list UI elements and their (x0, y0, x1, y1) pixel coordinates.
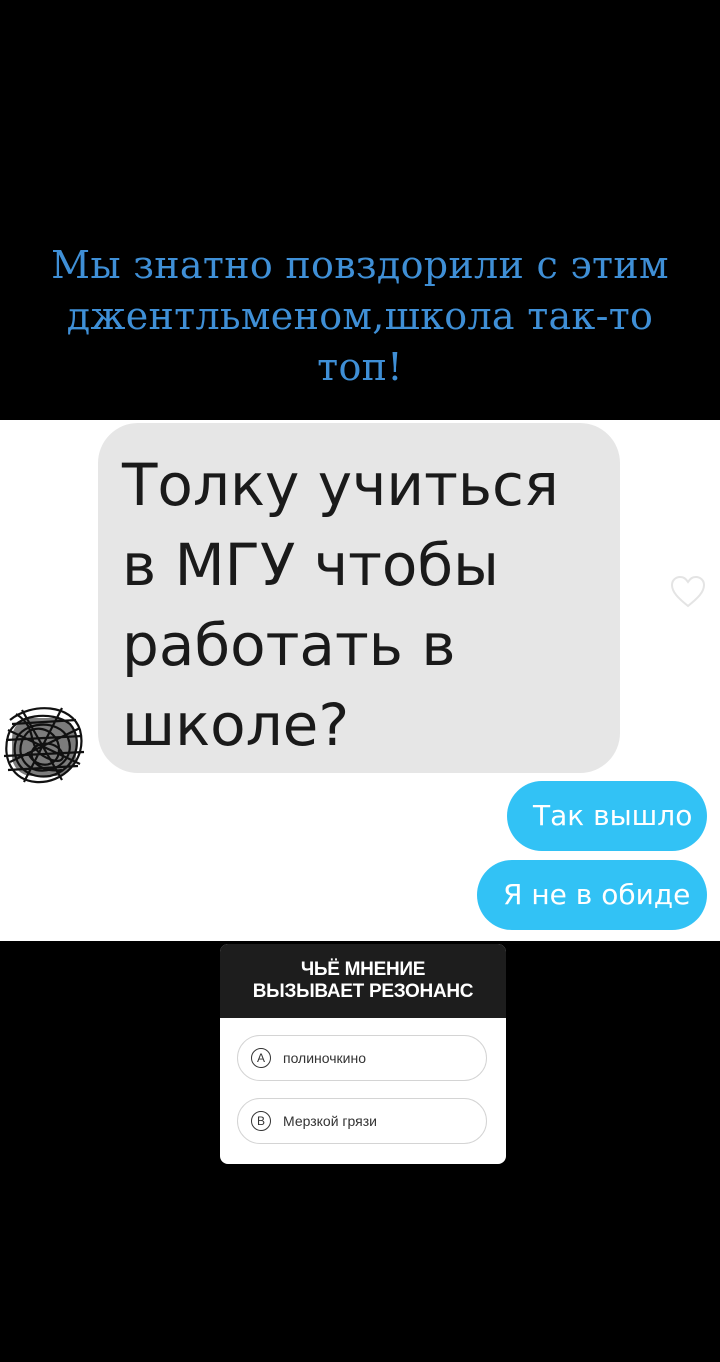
heart-icon[interactable] (670, 575, 706, 608)
outgoing-message-bubble[interactable]: Так вышло (507, 781, 707, 851)
message-line: в МГУ чтобы (122, 531, 499, 599)
caption-line: Мы знатно повздорили с этим (51, 243, 669, 287)
story-caption: Мы знатно повздорили с этим джентльменом… (0, 240, 720, 393)
quiz-title-line: ВЫЗЫВАЕТ РЕЗОНАНС (252, 981, 474, 1002)
message-line: Толку учиться (122, 451, 559, 519)
message-line: работать в (122, 611, 456, 679)
option-letter-badge: B (251, 1111, 271, 1131)
scribbled-avatar-icon (3, 707, 85, 784)
option-letter-badge: A (251, 1048, 271, 1068)
outgoing-message-bubble[interactable]: Я не в обиде (477, 860, 707, 930)
avatar (2, 700, 86, 788)
caption-line: топ! (317, 345, 403, 389)
chat-screenshot: Толку учиться в МГУ чтобы работать в шко… (0, 420, 720, 941)
quiz-title: ЧЬЁ МНЕНИЕ ВЫЗЫВАЕТ РЕЗОНАНС (220, 944, 506, 1018)
quiz-sticker: ЧЬЁ МНЕНИЕ ВЫЗЫВАЕТ РЕЗОНАНС A полиночки… (220, 944, 506, 1164)
caption-line: джентльменом,школа так-то (66, 294, 654, 338)
option-label: полиночкино (283, 1050, 367, 1066)
quiz-option-b[interactable]: B Мерзкой грязи (237, 1098, 487, 1144)
option-label: Мерзкой грязи (283, 1113, 377, 1129)
quiz-title-line: ЧЬЁ МНЕНИЕ (300, 959, 426, 980)
incoming-message-bubble[interactable]: Толку учиться в МГУ чтобы работать в шко… (98, 423, 620, 773)
quiz-option-a[interactable]: A полиночкино (237, 1035, 487, 1081)
message-line: школе? (122, 691, 350, 759)
